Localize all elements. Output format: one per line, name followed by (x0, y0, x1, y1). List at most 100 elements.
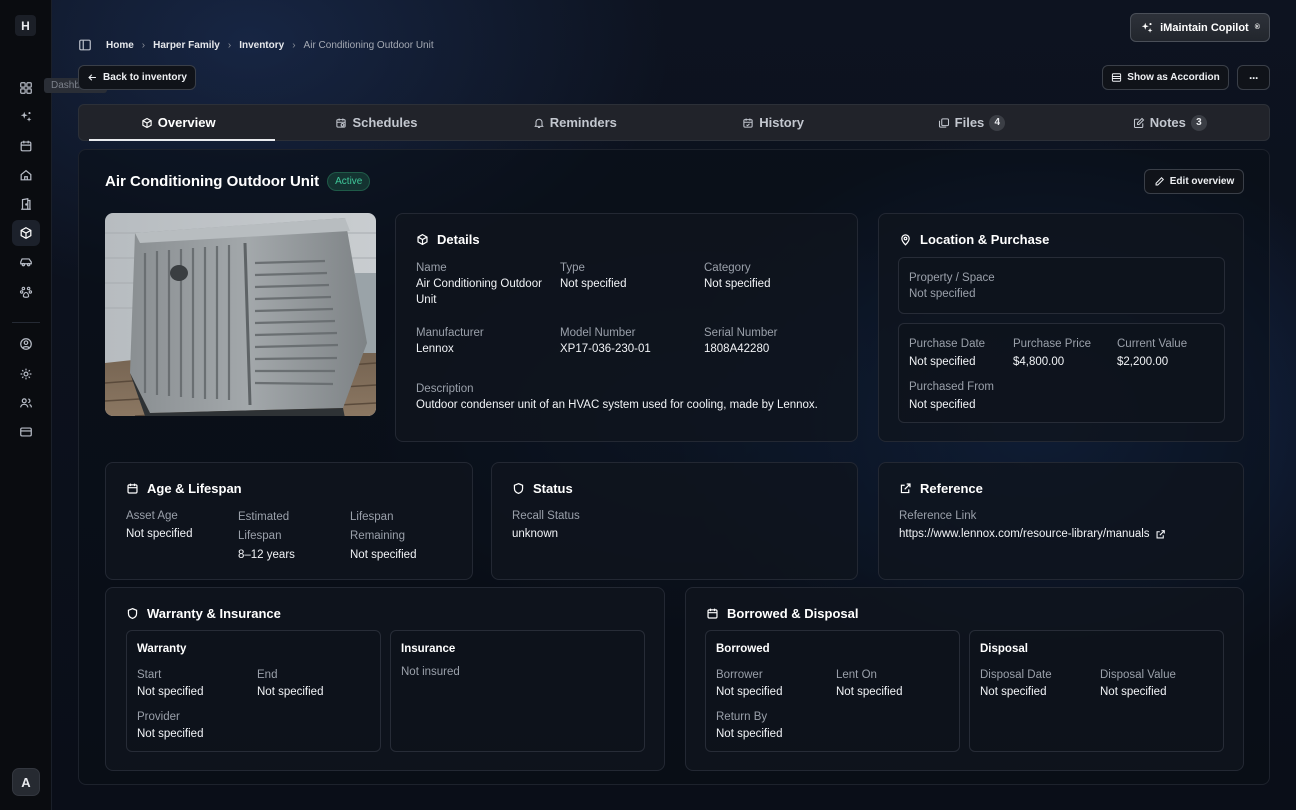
return-by-value: Not specified (716, 728, 783, 740)
edit-label: Edit overview (1169, 176, 1235, 187)
purchase-price-value: $4,800.00 (1013, 356, 1065, 368)
tab-label: Notes (1149, 115, 1186, 130)
insurance-value: Not insured (401, 666, 460, 678)
estimated-lifespan-label-1: Estimated (238, 511, 290, 523)
warranty-end-label: End (257, 669, 278, 681)
breadcrumb: Home › Harper Family › Inventory › Air C… (78, 38, 434, 52)
shield-icon (513, 482, 524, 495)
current-value-label: Current Value (1117, 338, 1188, 350)
asset-age-value: Not specified (126, 528, 193, 540)
box-icon[interactable] (12, 220, 40, 246)
model-number-label: Model Number (560, 327, 636, 339)
tab-schedules[interactable]: Schedules (277, 105, 475, 140)
user-circle-icon[interactable] (16, 334, 36, 354)
calendar-icon[interactable] (16, 136, 36, 156)
tab-bar: Overview Schedules Reminders History Fil… (78, 104, 1270, 141)
gear-icon[interactable] (16, 364, 36, 384)
disposal-date-value: Not specified (980, 686, 1047, 698)
lifespan-remaining-label-1: Lifespan (350, 511, 394, 523)
manufacturer-label: Manufacturer (416, 327, 484, 339)
borrowed-box: Borrowed Borrower Not specified Lent On … (705, 630, 960, 752)
asset-age-label: Asset Age (126, 510, 178, 522)
property-label: Property / Space (909, 272, 995, 284)
external-link-icon (1156, 529, 1165, 538)
calendar-icon (127, 483, 138, 494)
return-by-label: Return By (716, 711, 768, 723)
copilot-registered-mark: ® (1254, 24, 1260, 31)
chevron-right-icon: › (227, 39, 232, 51)
disposal-value-value: Not specified (1100, 686, 1167, 698)
list-icon (1112, 73, 1122, 82)
back-to-inventory-button[interactable]: Back to inventory (78, 65, 196, 90)
card-title: Borrowed & Disposal (727, 606, 859, 621)
purchase-date-label: Purchase Date (909, 338, 986, 350)
app-logo[interactable]: H (15, 15, 36, 36)
sparkles-icon[interactable] (16, 107, 36, 127)
recall-status-value: unknown (512, 528, 559, 540)
shield-icon (127, 607, 138, 620)
card-title: Status (533, 481, 573, 496)
lifespan-remaining-value: Not specified (350, 549, 417, 561)
reference-link[interactable]: https://www.lennox.com/resource-library/… (899, 526, 1166, 542)
card-title: Location & Purchase (920, 232, 1050, 247)
sparkles-icon (1141, 22, 1153, 33)
grid-icon[interactable] (16, 78, 36, 98)
more-options-button[interactable]: ··· (1237, 65, 1270, 90)
box-icon (417, 233, 428, 246)
item-photo (105, 213, 376, 416)
chevron-right-icon: › (292, 39, 296, 51)
reference-link-label: Reference Link (899, 510, 977, 522)
tab-label: History (759, 115, 805, 130)
breadcrumb-inventory[interactable]: Inventory (239, 40, 284, 51)
notes-count-badge: 3 (1190, 114, 1207, 131)
copilot-button[interactable]: iMaintain Copilot ® (1130, 13, 1270, 42)
bell-icon (533, 118, 544, 128)
status-card: Status Recall Status unknown (491, 462, 858, 580)
serial-number-value: 1808A42280 (704, 343, 770, 355)
tab-overview[interactable]: Overview (79, 105, 277, 141)
borrower-value: Not specified (716, 686, 783, 698)
estimated-lifespan-value: 8–12 years (238, 549, 295, 561)
insurance-title: Insurance (401, 643, 456, 655)
location-purchase-card: Location & Purchase Property / Space Not… (878, 213, 1244, 442)
files-count-badge: 4 (989, 114, 1006, 131)
disposal-date-label: Disposal Date (980, 669, 1052, 681)
warranty-start-value: Not specified (137, 686, 204, 698)
tab-history[interactable]: History (674, 105, 872, 140)
calendar-clock-icon (336, 118, 347, 128)
car-icon[interactable] (16, 252, 36, 272)
users-icon[interactable] (16, 393, 36, 413)
current-value-value: $2,200.00 (1117, 356, 1169, 368)
home-icon[interactable] (16, 165, 36, 185)
edit-overview-button[interactable]: Edit overview (1144, 169, 1244, 194)
sidebar-divider (12, 322, 40, 323)
show-as-accordion-button[interactable]: Show as Accordion (1102, 65, 1229, 90)
back-label: Back to inventory (103, 72, 187, 83)
box-icon (142, 117, 152, 128)
warranty-insurance-card: Warranty & Insurance Warranty Start Not … (105, 587, 665, 771)
borrowed-disposal-card: Borrowed & Disposal Borrowed Borrower No… (685, 587, 1244, 771)
name-label: Name (416, 262, 447, 274)
details-card: Details Name Air Conditioning Outdoor Un… (395, 213, 858, 442)
tab-notes[interactable]: Notes 3 (1071, 105, 1269, 140)
door-icon[interactable] (16, 194, 36, 214)
paw-icon[interactable] (16, 282, 36, 302)
warranty-provider-label: Provider (137, 711, 180, 723)
breadcrumb-home[interactable]: Home (106, 40, 134, 51)
tab-files[interactable]: Files 4 (872, 105, 1070, 140)
card-title: Details (437, 232, 480, 247)
recall-status-label: Recall Status (512, 510, 580, 522)
purchased-from-label: Purchased From (909, 381, 995, 393)
category-label: Category (704, 262, 751, 274)
breadcrumb-family[interactable]: Harper Family (153, 40, 220, 51)
sidebar: H A (0, 0, 52, 810)
calendar-check-icon (743, 118, 753, 128)
tab-reminders[interactable]: Reminders (476, 105, 674, 140)
property-box: Property / Space Not specified (898, 257, 1225, 314)
arrow-left-icon (88, 74, 96, 81)
card-title: Age & Lifespan (147, 481, 242, 496)
tab-label: Schedules (352, 115, 418, 130)
avatar[interactable]: A (12, 768, 40, 796)
sidebar-toggle-icon[interactable] (78, 38, 92, 52)
card-icon[interactable] (16, 422, 36, 442)
